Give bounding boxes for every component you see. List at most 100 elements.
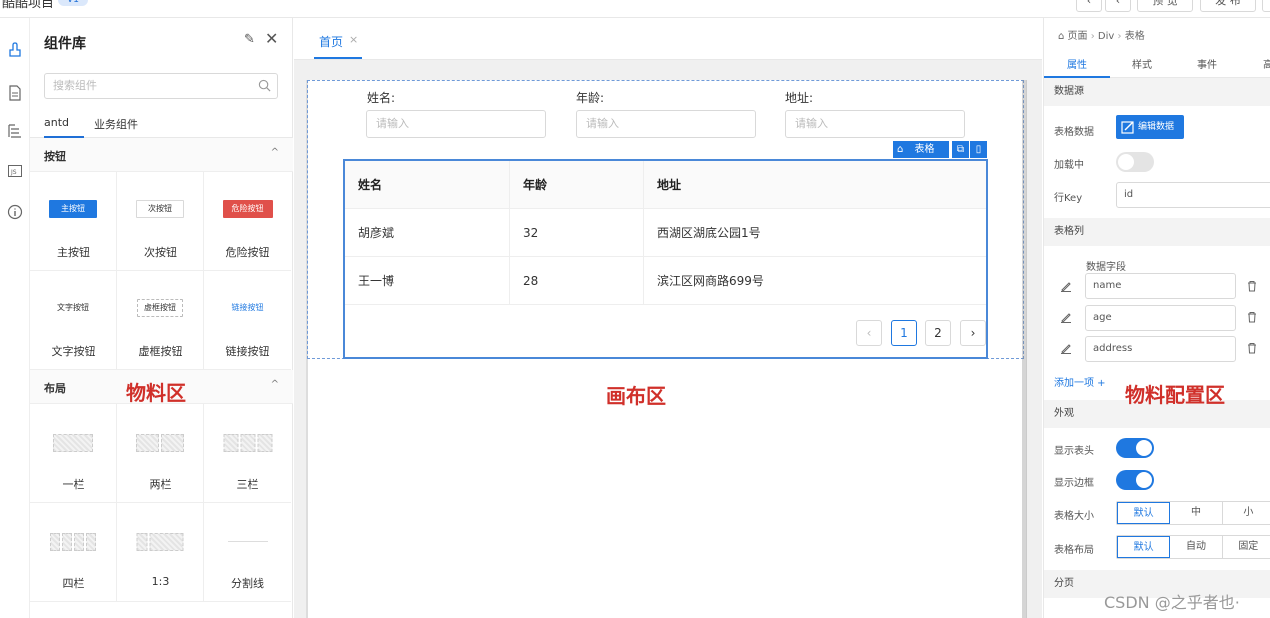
component-label: 危险按钮 [225,246,270,259]
component-link-button[interactable]: 链接按钮 链接按钮 [204,271,291,370]
chevron-right-icon: › [1117,31,1122,42]
pagination-prev[interactable]: ‹ [856,320,882,346]
component-two-columns[interactable]: 两栏 [117,404,204,503]
version-badge: V1 [58,0,88,6]
column-header-age[interactable]: 年龄 [510,161,644,209]
dashed-button-preview: 虚框按钮 [137,299,183,317]
component-label: 四栏 [62,577,85,590]
data-table[interactable]: 姓名 年龄 地址 胡彦斌 32 西湖区湖底公园1号 王一博 28 滨江区网商路6… [343,159,988,359]
component-search-input[interactable]: 搜索组件 [44,73,278,99]
component-one-column[interactable]: 一栏 [30,404,117,503]
canvas-scrollbar[interactable] [1022,80,1027,618]
component-divider[interactable]: 分割线 [204,503,291,602]
redo-button[interactable]: ‹ [1105,0,1131,12]
undo-icon: ‹ [1086,0,1092,7]
tab-advanced[interactable]: 高 [1263,56,1270,71]
component-library-panel: 组件库 ✎ ✕ 搜索组件 antd 业务组件 按钮 ^ 主按钮 主按钮 次按钮 … [30,18,293,618]
tab-home[interactable]: 首页 [319,33,343,50]
edit-data-button[interactable]: 编辑数据 [1116,115,1184,139]
selected-component-tag[interactable]: ⌂ 表格 [893,141,949,158]
pagination-page-2[interactable]: 2 [925,320,951,346]
app-root: 酷酷项目 V1 ‹ ‹ 预 览 发 布 JS 组件库 ✎ ✕ 搜索组件 antd… [0,0,1270,618]
table-cell: 32 [510,209,644,257]
table-cell: 胡彦斌 [345,209,510,257]
tab-styles[interactable]: 样式 [1132,56,1152,71]
section-datasource: 数据源 [1044,78,1270,106]
tab-events[interactable]: 事件 [1197,56,1217,71]
preview-button[interactable]: 预 览 [1137,0,1193,12]
rail-info[interactable] [0,200,30,224]
breadcrumb-item-div[interactable]: Div [1098,31,1114,42]
watermark: CSDN @之乎者也· [1104,593,1240,612]
size-option-small[interactable]: 小 [1223,502,1270,524]
publish-button[interactable]: 发 布 [1200,0,1256,12]
rail-tree[interactable] [0,119,30,143]
copy-component-button[interactable]: ⧉ [952,141,969,158]
table-header-row: 姓名 年龄 地址 [345,161,986,209]
table-size-label: 表格大小 [1054,511,1094,522]
component-three-columns[interactable]: 三栏 [204,404,291,503]
section-title: 按钮 [44,150,66,163]
component-text-button[interactable]: 文字按钮 文字按钮 [30,271,117,370]
section-buttons-header[interactable]: 按钮 ^ [30,138,293,172]
show-header-toggle[interactable] [1116,438,1154,458]
column-header-address[interactable]: 地址 [644,161,986,209]
rail-pages[interactable] [0,81,30,105]
close-icon[interactable]: ✕ [265,29,278,48]
size-option-default[interactable]: 默认 [1117,502,1171,524]
layout-option-default[interactable]: 默认 [1117,536,1171,558]
address-input[interactable]: 请输入 [785,110,965,138]
tab-antd[interactable]: antd [44,116,69,129]
column-field-input[interactable]: name [1085,273,1236,299]
edit-pencil-icon[interactable] [1060,280,1072,292]
component-primary-button[interactable]: 主按钮 主按钮 [30,172,117,271]
more-button[interactable] [1262,0,1270,12]
add-column-link[interactable]: 添加一项 + [1054,374,1106,389]
js-icon: JS [8,165,22,177]
layout-option-fixed[interactable]: 固定 [1223,536,1270,558]
edit-pencil-icon[interactable] [1060,342,1072,354]
icon-rail: JS [0,18,30,618]
tab-business-components[interactable]: 业务组件 [94,116,138,132]
trash-icon[interactable] [1246,342,1258,354]
rail-js[interactable]: JS [0,159,30,183]
table-row[interactable]: 王一博 28 滨江区网商路699号 [345,257,986,305]
column-field-input[interactable]: age [1085,305,1236,331]
rail-components[interactable] [0,38,30,62]
component-one-three-columns[interactable]: 1:3 [117,503,204,602]
tab-properties[interactable]: 属性 [1067,56,1087,71]
redo-icon: ‹ [1115,0,1121,7]
component-secondary-button[interactable]: 次按钮 次按钮 [117,172,204,271]
annotation-config-area: 物料配置区 [1125,383,1225,407]
table-cell: 西湖区湖底公园1号 [657,226,761,240]
text-button-preview: 文字按钮 [57,303,89,312]
row-key-input[interactable]: id [1116,182,1270,208]
loading-toggle[interactable] [1116,152,1154,172]
delete-component-button[interactable]: ▯ [970,141,987,158]
component-four-columns[interactable]: 四栏 [30,503,117,602]
edit-pencil-icon[interactable] [1060,311,1072,323]
chevron-left-icon: ‹ [866,326,872,340]
pin-icon[interactable]: ✎ [244,32,255,47]
trash-icon[interactable] [1246,311,1258,323]
pagination-next[interactable]: › [960,320,986,346]
age-input[interactable]: 请输入 [576,110,756,138]
table-row[interactable]: 胡彦斌 32 西湖区湖底公园1号 [345,209,986,257]
trash-icon[interactable] [1246,280,1258,292]
name-input[interactable]: 请输入 [366,110,546,138]
undo-button[interactable]: ‹ [1076,0,1102,12]
component-dashed-button[interactable]: 虚框按钮 虚框按钮 [117,271,204,370]
link-button-preview: 链接按钮 [231,303,264,312]
breadcrumb-item-page[interactable]: 页面 [1068,31,1088,42]
pagination-page-1[interactable]: 1 [891,320,917,346]
show-border-toggle[interactable] [1116,470,1154,490]
layout-option-auto[interactable]: 自动 [1170,536,1223,558]
column-header-name[interactable]: 姓名 [345,161,510,209]
size-option-middle[interactable]: 中 [1170,502,1223,524]
column-field-input[interactable]: address [1085,336,1236,362]
section-table-columns: 表格列 [1044,218,1270,246]
form-label-address: 地址: [785,91,814,105]
breadcrumb-item-table[interactable]: 表格 [1125,31,1145,42]
close-tab-icon[interactable]: × [349,33,358,46]
component-danger-button[interactable]: 危险按钮 危险按钮 [204,172,291,271]
